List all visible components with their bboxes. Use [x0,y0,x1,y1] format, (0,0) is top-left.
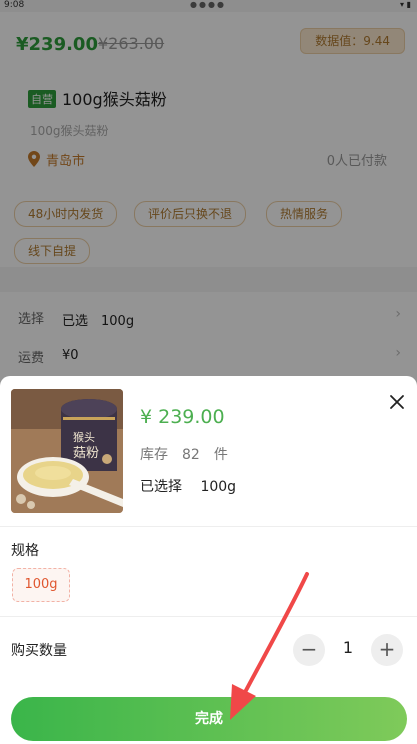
selected-spec-text: 已选择 100g [140,479,237,495]
divider [0,616,417,617]
divider [0,526,417,527]
spec-selection-sheet: 猴头 菇粉 ¥ 239.00 库存 82 件 已选择 100g 规格 100g … [0,376,417,744]
quantity-label: 购买数量 [11,643,67,659]
spec-option-100g[interactable]: 100g [12,568,70,602]
close-icon[interactable] [385,390,409,414]
spec-label: 规格 [11,543,39,559]
jar-label-bottom: 菇粉 [73,446,99,461]
jar-label-top: 猴头 [73,430,95,444]
sheet-price: ¥ 239.00 [140,406,225,428]
done-button[interactable]: 完成 [11,697,407,741]
stock-text: 库存 82 件 [140,447,228,463]
plus-icon[interactable]: + [371,634,403,666]
minus-icon[interactable]: − [293,634,325,666]
product-thumbnail: 猴头 菇粉 [11,389,123,513]
quantity-value[interactable]: 1 [330,638,366,657]
